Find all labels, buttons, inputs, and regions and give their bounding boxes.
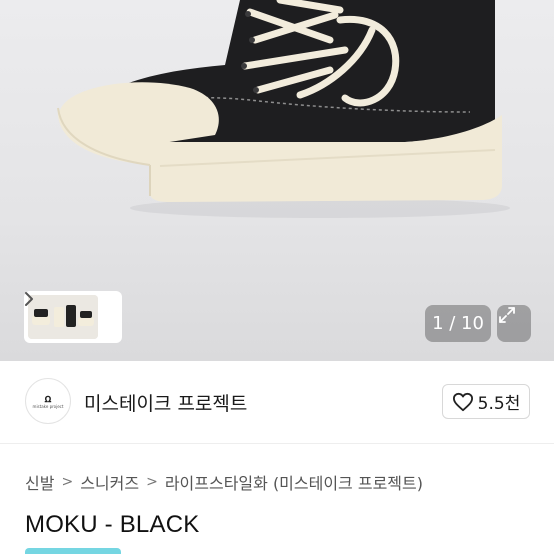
product-title: MOKU - BLACK — [25, 511, 200, 538]
breadcrumb-item-sneakers[interactable]: 스니커즈 — [80, 470, 139, 494]
section-divider — [0, 443, 554, 444]
seller-row: ꭥ mistake project 미스테이크 프로젝트 5.5천 — [0, 361, 554, 443]
heart-outline-icon — [452, 392, 473, 411]
chevron-right-icon[interactable] — [25, 292, 118, 339]
breadcrumb-item-lifestyle[interactable]: 라이프스타일화 (미스테이크 프로젝트) — [165, 470, 423, 494]
seller-logo-caption: mistake project — [32, 403, 64, 409]
product-image-gallery[interactable]: 1 / 10 — [0, 0, 554, 361]
expand-arrows-icon — [499, 307, 515, 323]
thumbnail-strip[interactable] — [24, 291, 122, 343]
seller-logo[interactable]: ꭥ mistake project — [25, 378, 71, 424]
image-page-counter: 1 / 10 — [425, 305, 491, 342]
expand-image-button[interactable] — [497, 305, 531, 342]
breadcrumb-item-shoes[interactable]: 신발 — [25, 470, 54, 494]
thumbnail-image[interactable] — [28, 295, 98, 339]
product-tag-badge — [25, 548, 121, 554]
breadcrumb-separator: > — [61, 474, 74, 490]
seller-name[interactable]: 미스테이크 프로젝트 — [84, 389, 247, 416]
like-count: 5.5천 — [477, 394, 521, 414]
breadcrumb: 신발 > 스니커즈 > 라이프스타일화 (미스테이크 프로젝트) — [25, 470, 423, 494]
thumbnail-sneakers-icon — [28, 295, 98, 339]
seller-logo-mark: ꭥ — [44, 391, 52, 405]
breadcrumb-separator: > — [146, 474, 158, 490]
like-button[interactable]: 5.5천 — [442, 384, 530, 419]
